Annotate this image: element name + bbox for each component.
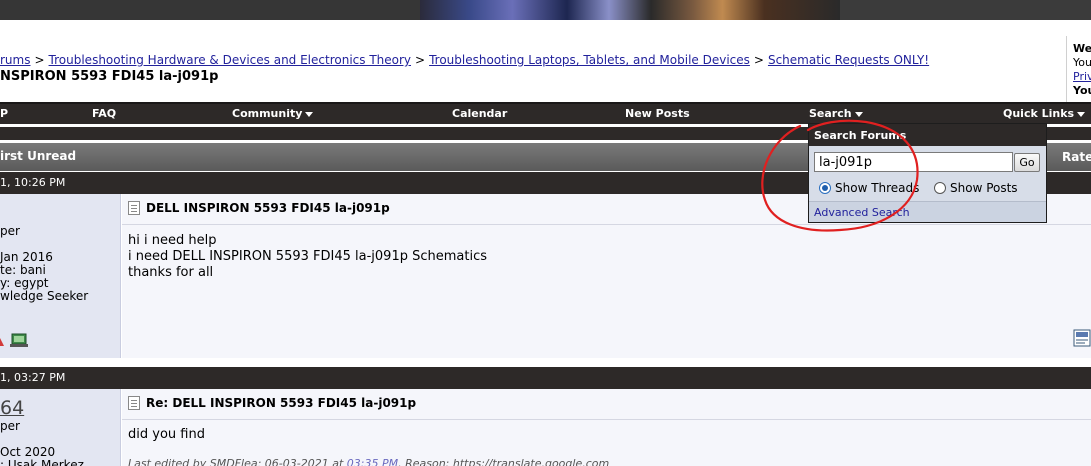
annotation-circle bbox=[761, 119, 919, 232]
